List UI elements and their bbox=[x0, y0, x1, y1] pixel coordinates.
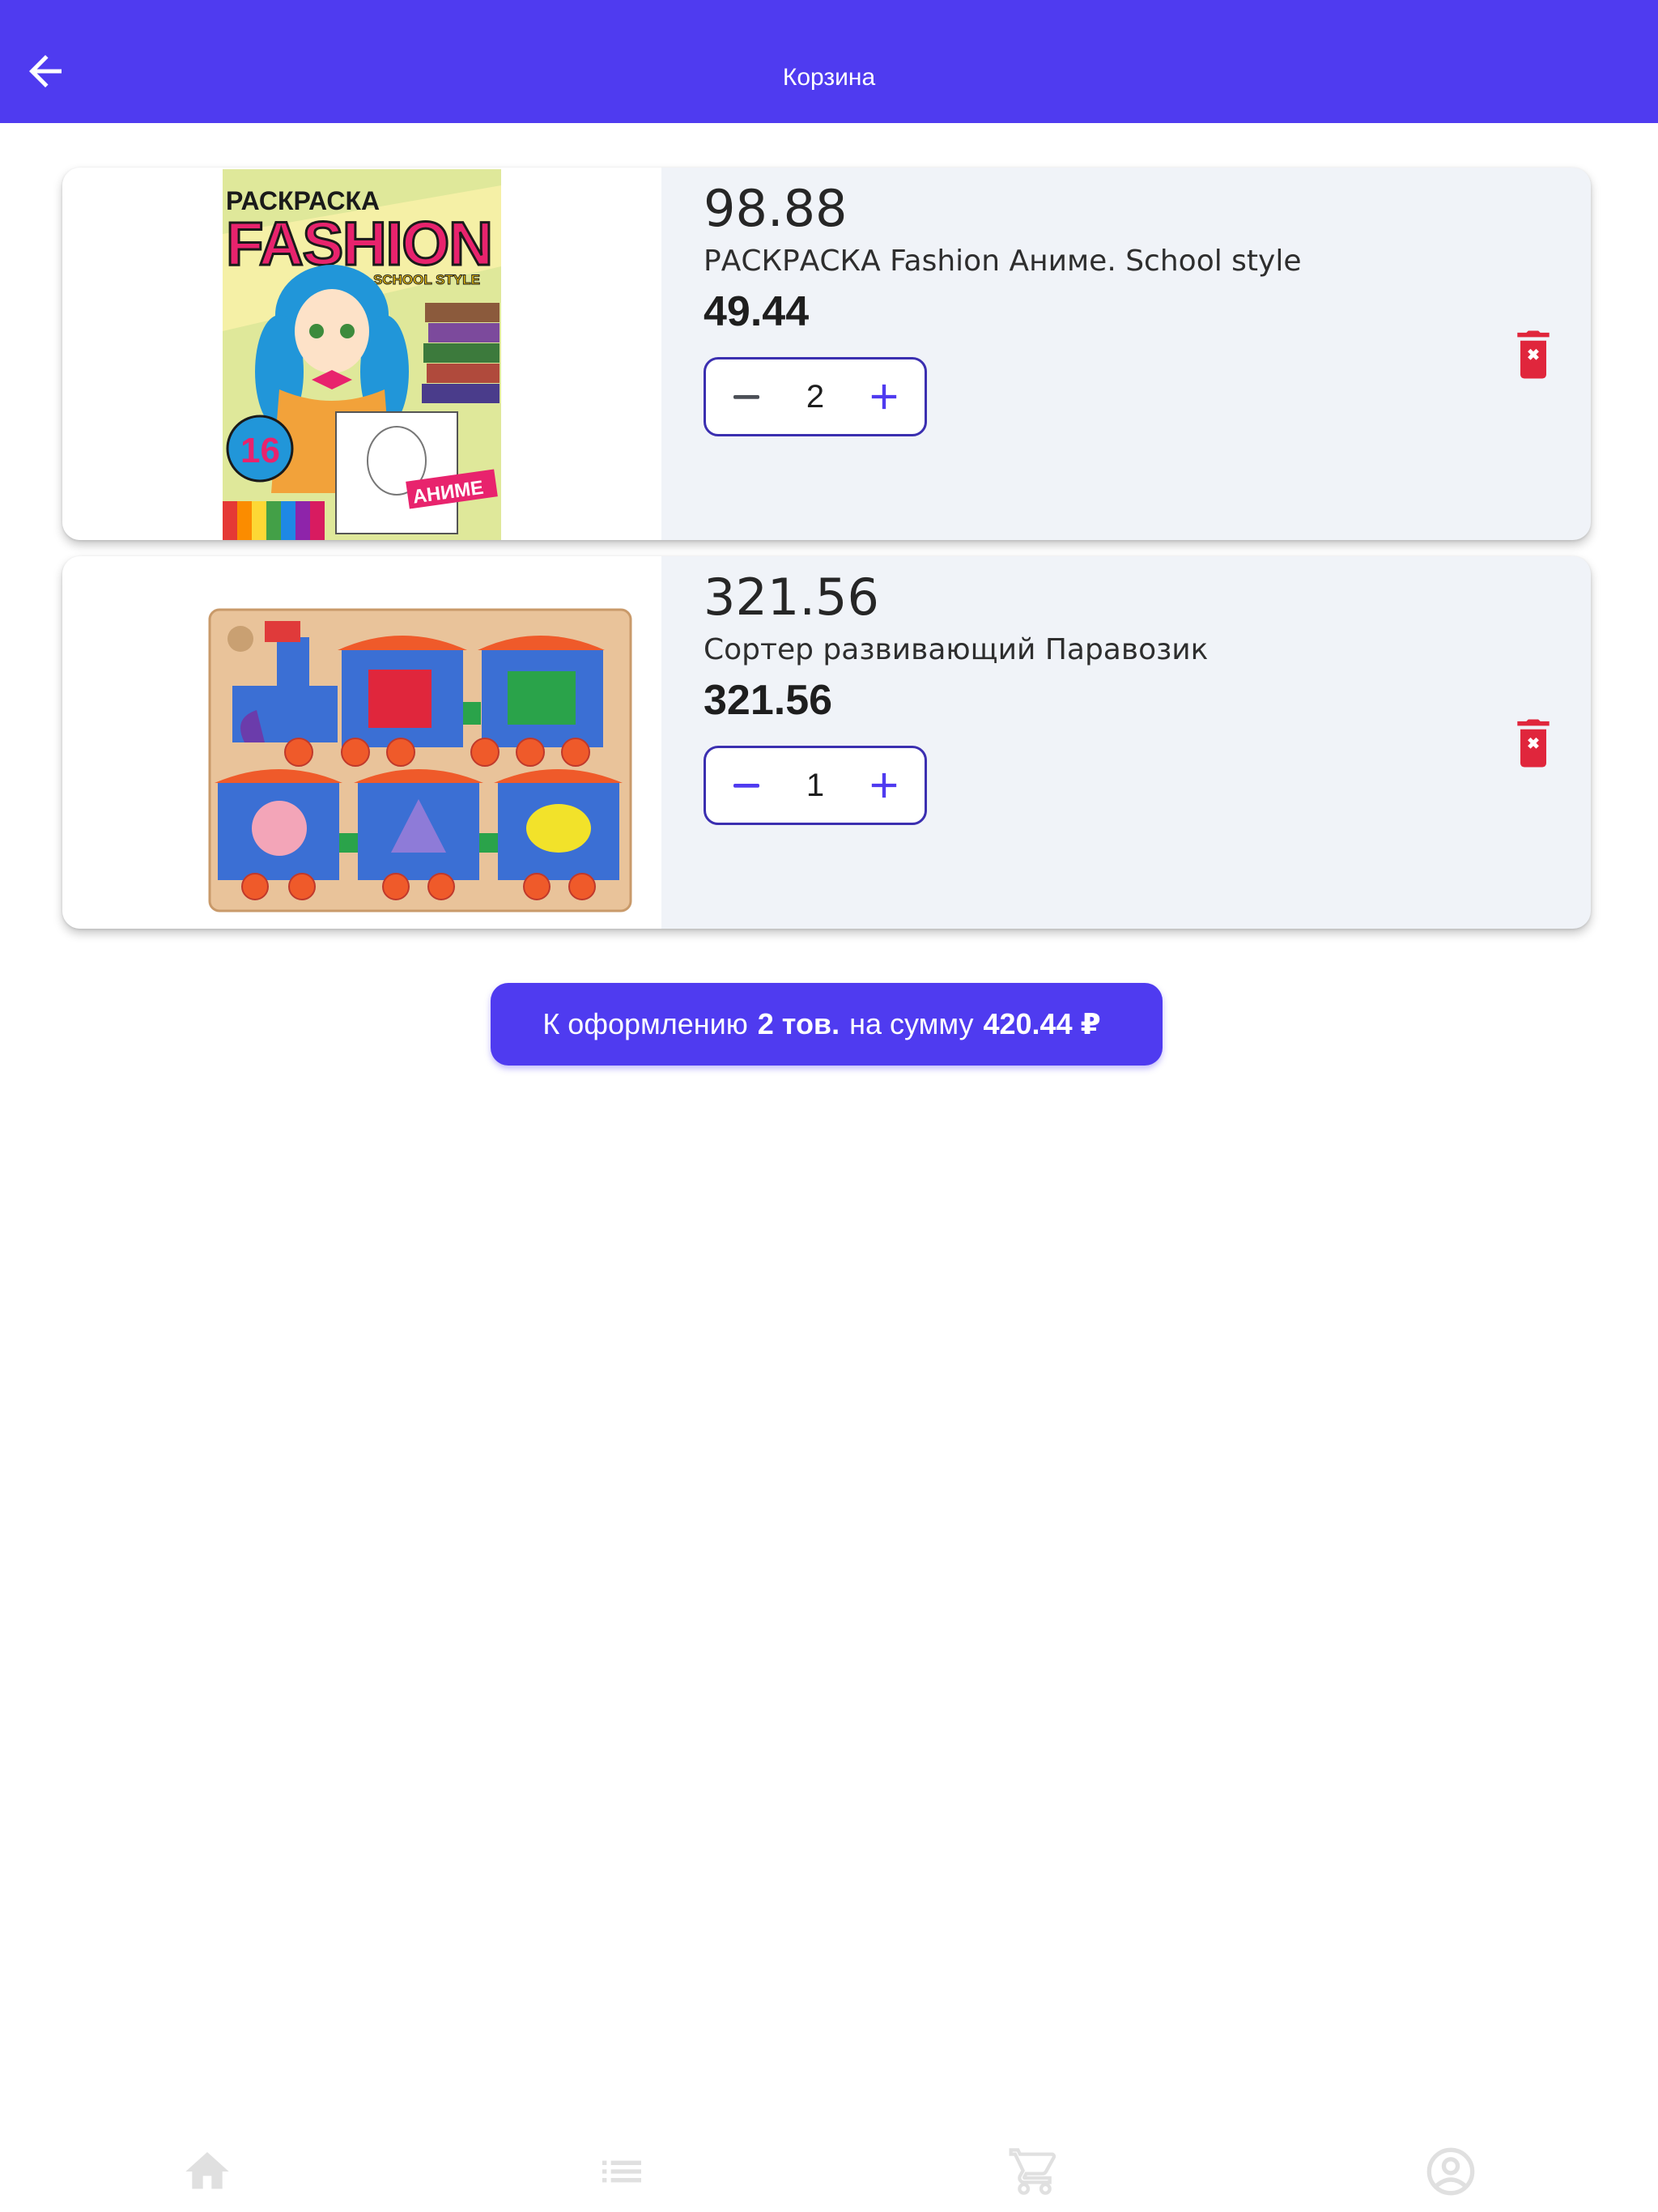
nav-catalog[interactable] bbox=[596, 2146, 648, 2197]
decrease-quantity-button[interactable] bbox=[711, 359, 782, 434]
bottom-navigation bbox=[0, 2113, 1658, 2212]
delete-forever-icon bbox=[1517, 330, 1550, 379]
nav-home[interactable] bbox=[181, 2146, 233, 2197]
product-name[interactable]: Сортер развивающий Паравозик bbox=[704, 626, 1208, 674]
wooden-train-sorter-image bbox=[208, 608, 632, 912]
product-name[interactable]: РАСКРАСКА Fashion Аниме. School style bbox=[704, 237, 1302, 286]
cart-item-info: 321.56 Сортер развивающий Паравозик 321.… bbox=[704, 556, 1591, 929]
plus-icon bbox=[871, 772, 897, 798]
old-price: 98.88 bbox=[704, 179, 848, 238]
page-title: Корзина bbox=[782, 64, 876, 91]
cover-brand-text: FASHION bbox=[226, 210, 493, 279]
checkout-prefix: К оформлению bbox=[542, 1007, 748, 1040]
catalog-list-icon bbox=[602, 2160, 641, 2183]
home-icon bbox=[185, 2152, 229, 2189]
checkout-button[interactable]: К оформлению 2 тов. на сумму 420.44 ₽ bbox=[491, 983, 1163, 1066]
price: 321.56 bbox=[704, 677, 833, 724]
quantity-value: 1 bbox=[806, 768, 825, 803]
minus-icon bbox=[733, 395, 759, 399]
coloring-book-cover-image: РАСКРАСКА FASHION SCHOOL STYLE 16 АНИМЕ bbox=[223, 169, 501, 540]
delete-forever-icon bbox=[1517, 719, 1550, 768]
product-image[interactable]: РАСКРАСКА FASHION SCHOOL STYLE 16 АНИМЕ bbox=[62, 168, 661, 540]
cart-item-info: 98.88 РАСКРАСКА Fashion Аниме. School st… bbox=[704, 168, 1591, 540]
quantity-value: 2 bbox=[806, 379, 825, 415]
cart-icon bbox=[1009, 2148, 1056, 2195]
increase-quantity-button[interactable] bbox=[848, 748, 920, 823]
increase-quantity-button[interactable] bbox=[848, 359, 920, 434]
minus-icon bbox=[733, 784, 759, 788]
checkout-middle: на сумму bbox=[849, 1007, 974, 1040]
old-price: 321.56 bbox=[704, 568, 879, 627]
plus-icon bbox=[871, 384, 897, 410]
nav-cart[interactable] bbox=[1009, 2146, 1061, 2197]
delete-item-button[interactable] bbox=[1509, 717, 1558, 769]
nav-profile[interactable] bbox=[1425, 2146, 1477, 2197]
account-circle-icon bbox=[1426, 2147, 1475, 2196]
cover-badge-text: 16 bbox=[240, 431, 280, 470]
product-image[interactable] bbox=[62, 556, 661, 929]
decrease-quantity-button[interactable] bbox=[711, 748, 782, 823]
delete-item-button[interactable] bbox=[1509, 329, 1558, 381]
quantity-stepper: 1 bbox=[704, 746, 927, 825]
cover-subtitle-text: SCHOOL STYLE bbox=[373, 272, 480, 287]
app-bar: Корзина bbox=[0, 0, 1658, 123]
checkout-count: 2 тов. bbox=[757, 1007, 840, 1040]
cart-item: РАСКРАСКА FASHION SCHOOL STYLE 16 АНИМЕ bbox=[62, 168, 1591, 540]
cart-item: 321.56 Сортер развивающий Паравозик 321.… bbox=[62, 556, 1591, 929]
quantity-stepper: 2 bbox=[704, 357, 927, 436]
checkout-total: 420.44 ₽ bbox=[983, 1007, 1101, 1040]
price: 49.44 bbox=[704, 288, 810, 335]
